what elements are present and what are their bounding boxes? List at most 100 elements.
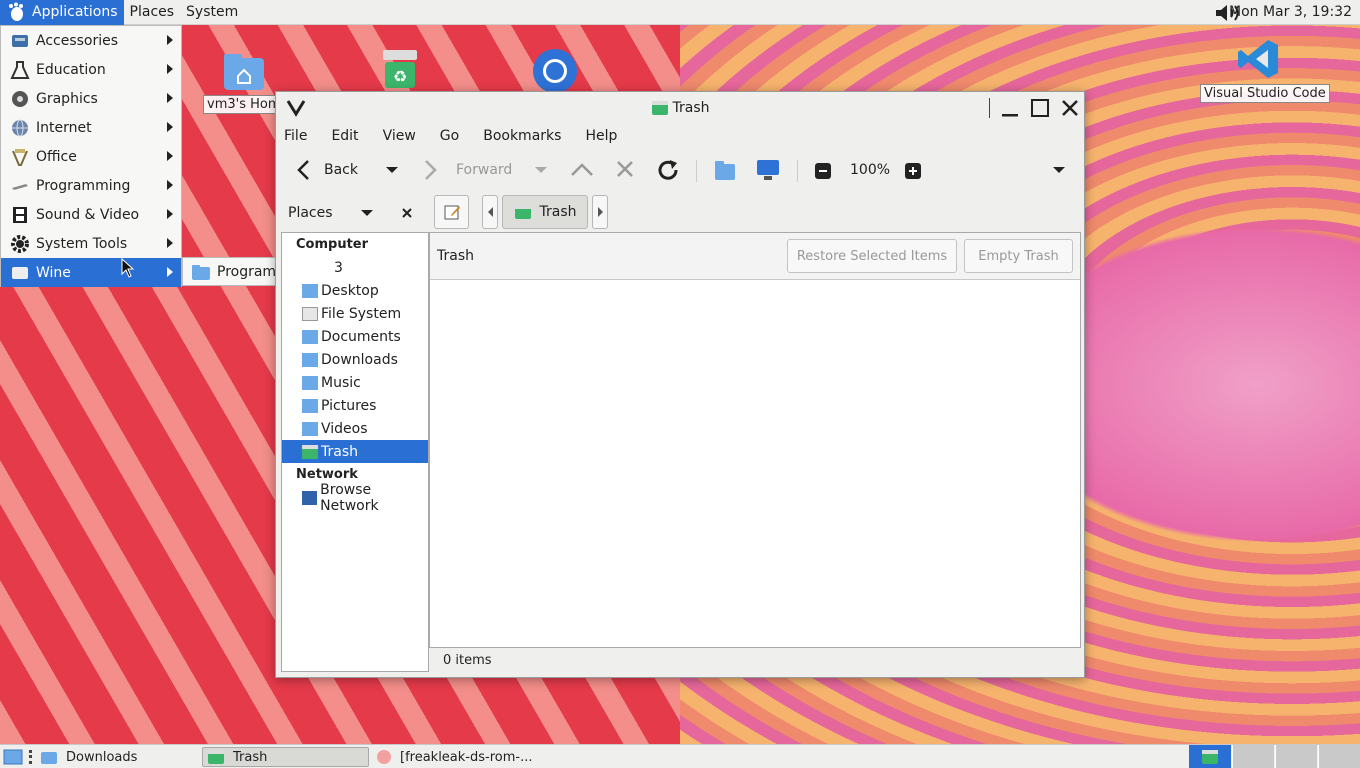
applications-menu[interactable]: Applications [0,0,124,25]
menu-bookmarks[interactable]: Bookmarks [481,128,563,144]
system-menu[interactable]: System [180,0,244,25]
top-panel: Applications Places System Mon Mar 3, 19… [0,0,1360,25]
menu-item-wine[interactable]: Wine [1,258,181,287]
menu-help[interactable]: Help [583,128,619,144]
menu-item-system-tools[interactable]: System Tools [1,229,181,258]
monitor-icon [756,159,780,181]
zoom-level[interactable]: 100% [850,162,890,178]
close-sidebar-icon[interactable] [401,207,413,223]
sidebar-item-label: Documents [321,328,401,345]
menu-view[interactable]: View [381,128,418,144]
breadcrumb-trash[interactable]: Trash [502,195,588,229]
zoom-in-button[interactable] [905,163,921,179]
chrome-icon[interactable] [530,45,580,93]
edit-location-button[interactable] [434,195,469,229]
menu-item-education[interactable]: Education [1,55,181,84]
sidebar-item-documents[interactable]: Documents [282,325,428,348]
restore-selected-button[interactable]: Restore Selected Items [787,239,957,273]
menu-file[interactable]: File [282,128,309,144]
browser-icon [376,749,392,765]
menu-item-programming[interactable]: Programming [1,171,181,200]
zoom-in-icon [905,163,921,179]
sidebar-item-videos[interactable]: Videos [282,417,428,440]
computer-button[interactable] [756,159,780,181]
workspace-3[interactable] [1275,745,1317,768]
workspace-1[interactable] [1189,745,1231,768]
menu-item-accessories[interactable]: Accessories [1,26,181,55]
home-folder-icon[interactable] [222,52,266,92]
pictures-folder-icon [302,398,318,413]
forward-button[interactable]: Forward [424,159,512,181]
titlebar[interactable]: Trash [276,92,1084,124]
sidebar-item-pictures[interactable]: Pictures [282,394,428,417]
menu-item-label: Office [36,148,77,165]
panel-handle[interactable] [29,750,32,764]
back-button[interactable]: Back [296,159,358,181]
sidebar-item-trash[interactable]: Trash [282,440,428,463]
menu-item-graphics[interactable]: Graphics [1,84,181,113]
music-folder-icon [302,375,318,390]
flask-icon [9,59,31,81]
minimize-icon[interactable] [998,96,1022,120]
task-trash[interactable]: Trash [202,747,369,767]
reload-button[interactable] [655,157,681,183]
clock[interactable]: Mon Mar 3, 19:32 [1229,4,1352,20]
task-label: [freakleak-ds-rom-... [400,749,533,765]
workspace-2[interactable] [1232,745,1274,768]
menu-go[interactable]: Go [438,128,461,144]
menu-item-label: System Tools [36,235,128,252]
breadcrumb-left-arrow[interactable] [482,195,498,229]
sidebar-item-label: Trash [321,443,358,460]
sidebar-item-label: File System [321,305,402,322]
zoom-out-button[interactable] [815,163,831,179]
sidebar-item-music[interactable]: Music [282,371,428,394]
places-sidebar: Computer 3 Desktop File System Documents… [281,232,429,672]
show-desktop-icon[interactable] [3,748,23,768]
documents-folder-icon [302,329,318,344]
trash-icon [302,444,318,459]
home-button[interactable] [714,159,736,181]
menu-item-sound-video[interactable]: Sound & Video [1,200,181,229]
trash-desktop-icon[interactable]: ♻ [381,50,419,90]
trash-title-icon [651,100,669,116]
trash-icon [207,749,225,765]
sidebar-item-browse-network[interactable]: Browse Network [282,482,428,514]
menu-item-label: Graphics [36,90,98,107]
file-view[interactable]: Trash Restore Selected Items Empty Trash [429,232,1081,648]
stop-button[interactable] [615,159,635,179]
home-folder-label[interactable]: vm3's Hom [203,95,285,114]
graphics-icon [9,88,31,110]
stop-icon [615,159,635,179]
menu-item-internet[interactable]: Internet [1,113,181,142]
places-menu[interactable]: Places [124,0,181,25]
toolbar-overflow-button[interactable] [1053,167,1065,173]
menubar: File Edit View Go Bookmarks Help [276,124,1084,148]
sidebar-item-downloads[interactable]: Downloads [282,348,428,371]
toolbar-separator [797,160,798,182]
menu-item-office[interactable]: Office [1,142,181,171]
sidebar-item-desktop[interactable]: Desktop [282,279,428,302]
vscode-icon[interactable] [1236,36,1282,82]
sidebar-item-home[interactable]: 3 [282,256,428,279]
videos-folder-icon [302,421,318,436]
task-browser[interactable]: [freakleak-ds-rom-... [372,747,572,767]
back-history-dropdown[interactable] [386,167,398,173]
menu-edit[interactable]: Edit [329,128,360,144]
workspace-4[interactable] [1318,745,1360,768]
globe-icon [9,117,31,139]
gear-icon [9,233,31,255]
forward-history-dropdown[interactable] [535,167,547,173]
task-downloads[interactable]: Downloads [36,747,196,767]
empty-trash-button[interactable]: Empty Trash [964,239,1073,273]
chevron-down-icon [535,167,547,173]
maximize-icon[interactable] [1028,96,1052,120]
menu-item-label: Accessories [36,32,119,49]
breadcrumb-right-arrow[interactable] [592,195,608,229]
toolbar: Back Forward 100% [276,148,1084,192]
up-button[interactable] [570,161,594,177]
close-icon[interactable] [1058,96,1082,120]
sidebar-item-label: Videos [321,420,368,437]
sidebar-item-file-system[interactable]: File System [282,302,428,325]
vscode-label[interactable]: Visual Studio Code [1200,84,1330,103]
accessories-icon [9,30,31,52]
